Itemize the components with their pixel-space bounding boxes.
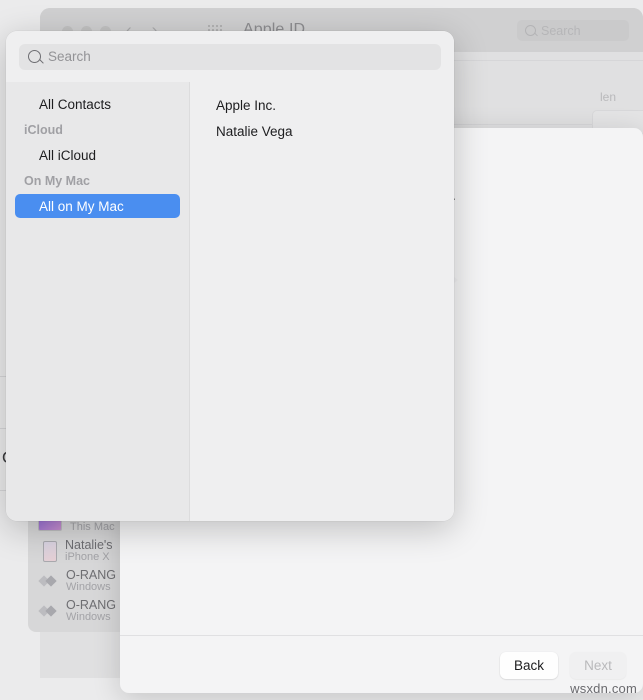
contacts-popover: All Contacts iCloud All iCloud On My Mac… <box>6 31 454 521</box>
next-button[interactable]: Next <box>570 652 626 679</box>
popover-sidebar: All Contacts iCloud All iCloud On My Mac… <box>6 82 190 521</box>
toolbar-search-placeholder: Search <box>541 23 581 38</box>
sheet-footer-buttons: Back Next <box>499 652 626 679</box>
iphone-icon <box>43 540 57 562</box>
sidebar-item-all-on-my-mac[interactable]: All on My Mac <box>15 194 180 218</box>
ghost-text-fragment: len <box>600 90 617 104</box>
device-subtitle: This Mac <box>70 520 115 533</box>
search-icon <box>525 25 536 36</box>
device-name: O-RANG <box>66 568 116 582</box>
windows-icon <box>40 602 58 620</box>
device-subtitle: Windows <box>66 610 111 623</box>
device-name: O-RANG <box>66 598 116 612</box>
popover-search-bar <box>6 31 454 82</box>
device-name: Natalie's <box>65 538 113 552</box>
watermark: wsxdn.com <box>570 681 637 696</box>
footer-divider <box>120 635 643 636</box>
contacts-list: Apple Inc. Natalie Vega <box>190 82 454 521</box>
desktop-root: len ng cl Ma a Ma n ‹ › Apple ID <box>0 0 643 700</box>
search-icon <box>28 50 41 63</box>
search-input-field[interactable] <box>48 49 432 64</box>
sidebar-item-all-contacts[interactable]: All Contacts <box>15 92 180 116</box>
toolbar-search-field[interactable]: Search <box>517 20 629 41</box>
windows-icon <box>40 572 58 590</box>
contact-row-natalie-vega[interactable]: Natalie Vega <box>190 118 454 144</box>
device-subtitle: iPhone X <box>65 550 110 563</box>
back-button[interactable]: Back <box>499 652 558 679</box>
popover-body: All Contacts iCloud All iCloud On My Mac… <box>6 82 454 521</box>
sidebar-item-all-icloud[interactable]: All iCloud <box>15 143 180 167</box>
search-input[interactable] <box>19 43 441 70</box>
device-subtitle: Windows <box>66 580 111 593</box>
contact-row-apple-inc[interactable]: Apple Inc. <box>190 92 454 118</box>
sidebar-header-on-my-mac: On My Mac <box>24 174 90 188</box>
sidebar-header-icloud: iCloud <box>24 123 63 137</box>
